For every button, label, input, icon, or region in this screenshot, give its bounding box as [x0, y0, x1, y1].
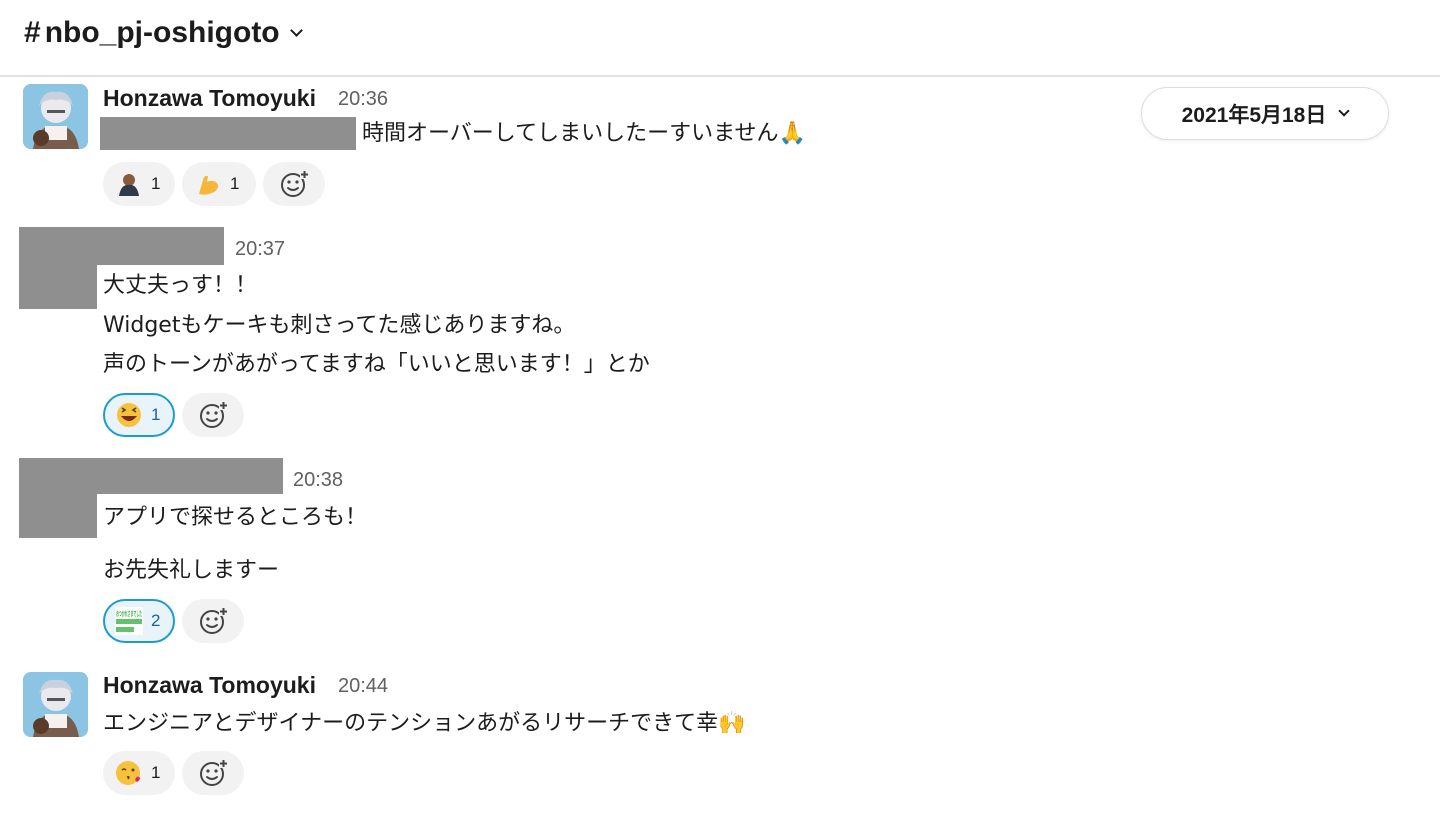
chevron-down-icon — [1338, 105, 1351, 117]
reaction-pill[interactable]: 1 — [103, 162, 175, 206]
message-text: Widgetもケーキも刺さってた感じありますね。 — [103, 313, 576, 338]
message-author[interactable]: Honzawa Tomoyuki — [103, 672, 316, 699]
add-reaction-button[interactable] — [182, 751, 244, 795]
reaction-count: 1 — [151, 405, 161, 424]
message-text: エンジニアとデザイナーのテンションあがるリサーチできて幸🙌 — [103, 711, 746, 736]
add-reaction-icon — [281, 170, 309, 197]
message-timestamp[interactable]: 20:36 — [338, 88, 388, 111]
date-label: 2021年5月18日 — [1181, 103, 1327, 127]
reaction-pill[interactable]: 1 — [103, 393, 175, 437]
add-reaction-icon — [200, 607, 228, 634]
otsukaresamadeshita-custom-emoji: おつかれさまでした — [115, 607, 143, 635]
channel-name-button[interactable]: # nbo_pj-oshigoto — [24, 16, 303, 50]
message-text: 時間オーバーしてしまいしたーすいません🙏 — [362, 121, 806, 146]
message-text: 声のトーンがあがってますね「いいと思います！」とか — [103, 352, 650, 377]
reaction-count: 1 — [151, 174, 161, 193]
add-reaction-button[interactable] — [182, 393, 244, 437]
reaction-count: 1 — [151, 763, 161, 782]
add-reaction-icon — [200, 759, 228, 786]
redacted-mention — [100, 117, 356, 150]
message-timestamp[interactable]: 20:38 — [293, 469, 343, 492]
message-author[interactable]: Honzawa Tomoyuki — [103, 85, 316, 112]
custom-emoji-text: おつかれさまでした — [116, 609, 142, 618]
message-text: 大丈夫っす！！ — [103, 273, 258, 298]
laughing-face-emoji — [117, 403, 141, 427]
reaction-pill[interactable]: 1 — [182, 162, 256, 206]
chevron-down-icon — [289, 23, 303, 37]
avatar[interactable] — [23, 84, 88, 149]
face-blowing-kiss-emoji — [116, 761, 140, 785]
reaction-pill[interactable]: 1 — [103, 751, 175, 795]
message-timestamp[interactable]: 20:44 — [338, 675, 388, 698]
date-jump-button[interactable]: 2021年5月18日 — [1141, 87, 1389, 140]
redacted-avatar — [19, 458, 97, 538]
redacted-avatar — [19, 227, 97, 309]
flexed-biceps-emoji — [199, 175, 218, 195]
reaction-pill[interactable]: おつかれさまでした 2 — [103, 599, 175, 643]
add-reaction-button[interactable] — [182, 599, 244, 643]
avatar[interactable] — [23, 672, 88, 737]
hash-icon: # — [24, 16, 41, 49]
add-reaction-icon — [200, 401, 228, 428]
channel-name-label: nbo_pj-oshigoto — [44, 16, 280, 49]
channel-header: # nbo_pj-oshigoto — [0, 0, 1440, 77]
reaction-count: 2 — [151, 611, 161, 630]
reaction-count: 1 — [230, 174, 240, 193]
redacted-author — [97, 227, 224, 265]
add-reaction-button[interactable] — [263, 162, 325, 206]
message-text: お先失礼しますー — [103, 558, 280, 583]
message-timestamp[interactable]: 20:37 — [235, 238, 285, 261]
person-bowing-emoji — [119, 174, 139, 196]
redacted-author — [97, 458, 283, 494]
message-text: アプリで探せるところも！ — [103, 505, 368, 530]
